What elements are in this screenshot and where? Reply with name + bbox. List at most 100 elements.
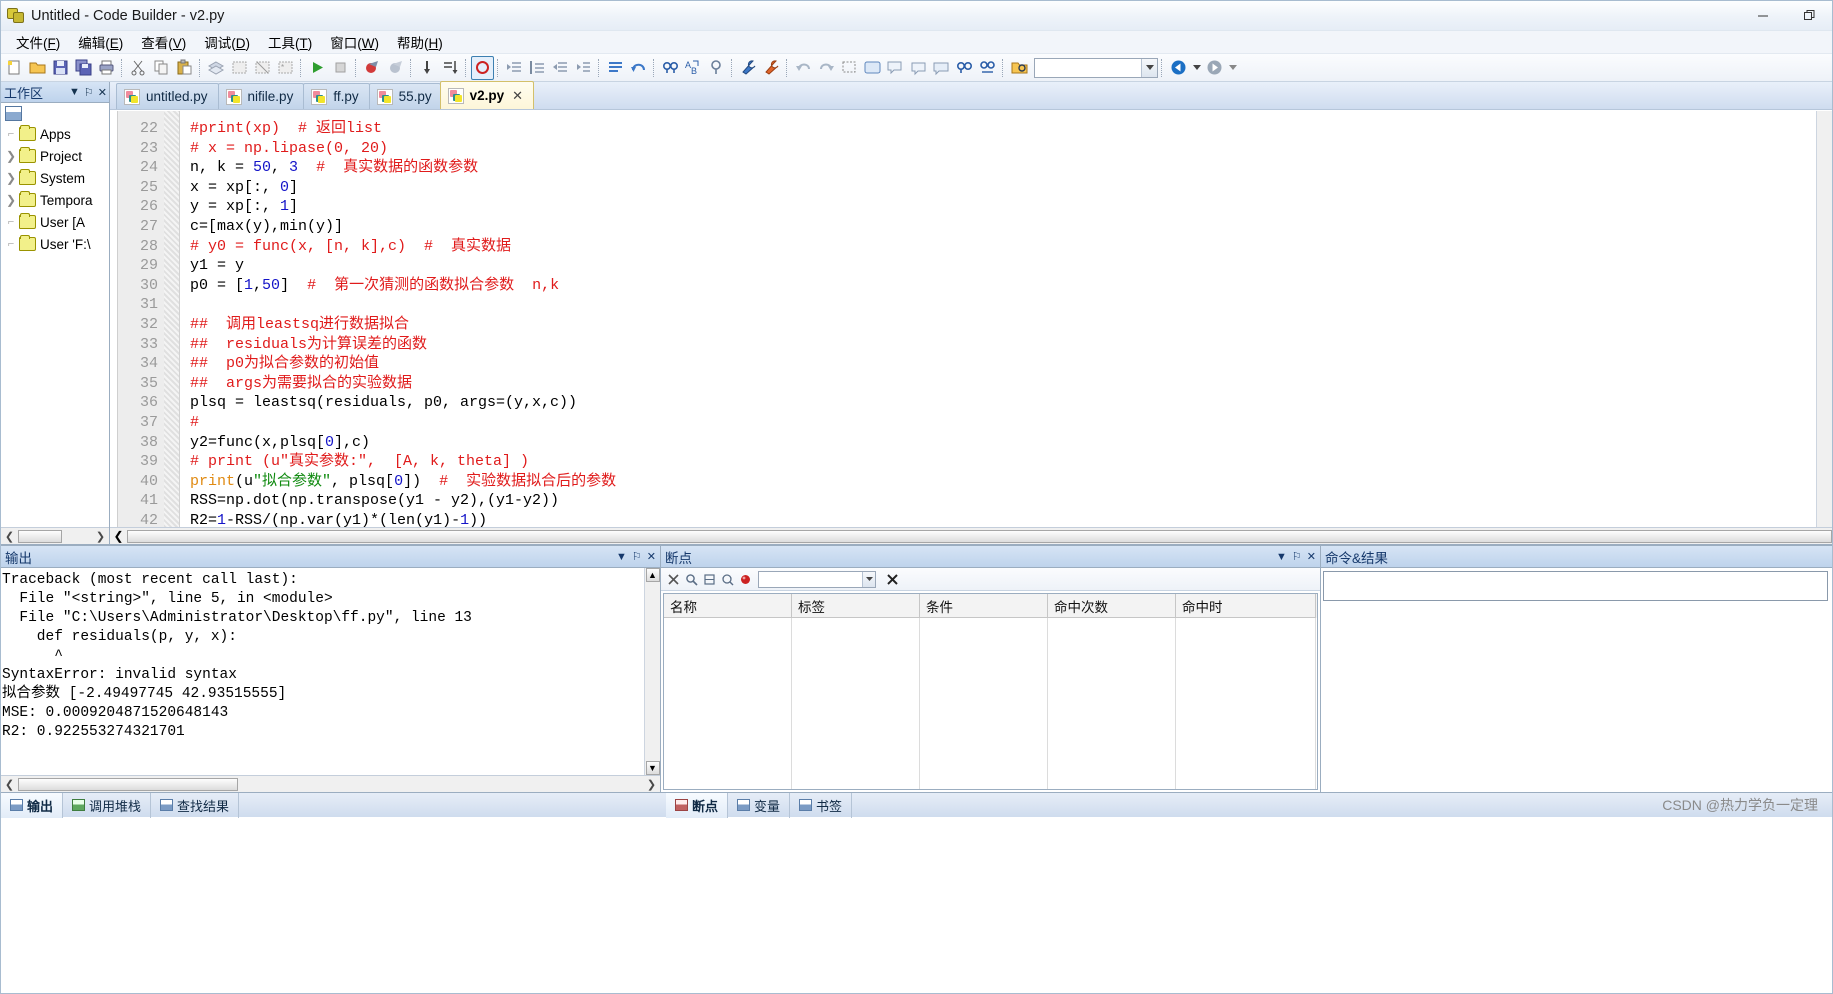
code-line[interactable]: p0 = [1,50] # 第一次猜测的函数拟合参数 n,k <box>190 276 1816 296</box>
indent-block-icon[interactable] <box>526 56 549 80</box>
code-line[interactable]: ## p0为拟合参数的初始值 <box>190 354 1816 374</box>
config-wrench-icon[interactable] <box>760 56 783 80</box>
chevron-right-icon[interactable]: ❯ <box>3 171 19 185</box>
scroll-left-icon[interactable]: ❮ <box>1 777 18 792</box>
undo-curve-icon[interactable] <box>627 56 650 80</box>
tree-item-system[interactable]: ❯ System <box>3 167 109 189</box>
toolbar-search-input[interactable] <box>1035 59 1139 76</box>
tree-item-project[interactable]: ❯ Project <box>3 145 109 167</box>
chevron-down-icon[interactable] <box>1141 58 1157 77</box>
search-binocular-icon[interactable] <box>953 56 976 80</box>
code-line[interactable]: # y0 = func(x, [n, k],c) # 真实数据 <box>190 237 1816 257</box>
scroll-right-icon[interactable]: ❯ <box>643 777 660 792</box>
scroll-left-icon[interactable]: ❮ <box>1 529 18 544</box>
scroll-left-icon[interactable]: ❮ <box>110 529 127 543</box>
code-line[interactable] <box>190 295 1816 315</box>
code-line[interactable]: ## args为需要拟合的实验数据 <box>190 374 1816 394</box>
status-tab-variable[interactable]: 变量 <box>728 792 791 818</box>
window-icon[interactable] <box>861 56 884 80</box>
menu-help[interactable]: 帮助(H) <box>388 30 452 54</box>
table-column-header[interactable]: 命中时 <box>1176 594 1316 618</box>
breakpoint-props-icon[interactable] <box>736 570 754 588</box>
workspace-tree[interactable]: ⌐ Apps ❯ Project ❯ System ❯ Tempora ⌐ Us… <box>1 103 109 527</box>
back-icon[interactable] <box>1167 56 1190 80</box>
tree-item-user-f[interactable]: ⌐ User 'F:\ <box>3 233 109 255</box>
paste-icon[interactable] <box>173 56 196 80</box>
code-line[interactable]: # <box>190 413 1816 433</box>
menu-tools[interactable]: 工具(T) <box>259 30 321 54</box>
chevron-down-icon[interactable] <box>862 571 875 587</box>
workspace-dropdown-icon[interactable]: ▼ <box>69 86 80 98</box>
code-line[interactable]: n, k = 50, 3 # 真实数据的函数参数 <box>190 158 1816 178</box>
code-line[interactable]: #print(xp) # 返回list <box>190 119 1816 139</box>
code-content[interactable]: #print(xp) # 返回list # x = np.lipase(0, 20… <box>180 111 1816 527</box>
workspace-close-icon[interactable]: ✕ <box>98 86 107 99</box>
comment2-icon[interactable] <box>907 56 930 80</box>
scroll-up-icon[interactable]: ▲ <box>645 568 660 582</box>
output-hscrollbar[interactable]: ❮ ❯ <box>1 775 660 792</box>
forward-dropdown-icon[interactable] <box>1226 56 1239 80</box>
tab-55-py[interactable]: 55.py <box>368 83 441 109</box>
code-area[interactable]: 22 23 24 25 26 27 28 29 30 31 32 33 34 35 36 37 38 39 40 41… <box>110 111 1816 527</box>
code-line[interactable]: x = xp[:, 0] <box>190 178 1816 198</box>
output-text[interactable]: Traceback (most recent call last): File … <box>1 568 644 775</box>
tree-item-temporary[interactable]: ❯ Tempora <box>3 189 109 211</box>
code-line[interactable]: ## residuals为计算误差的函数 <box>190 335 1816 355</box>
outdent-icon[interactable] <box>549 56 572 80</box>
print-icon[interactable] <box>95 56 118 80</box>
save-icon[interactable] <box>49 56 72 80</box>
tools-wrench-icon[interactable] <box>737 56 760 80</box>
code-line[interactable]: y2=func(x,plsq[0],c) <box>190 433 1816 453</box>
minimize-button[interactable] <box>1740 1 1786 31</box>
tab-v2-py[interactable]: v2.py ✕ <box>439 81 535 109</box>
menu-edit[interactable]: 编辑(E) <box>69 30 132 54</box>
code-line[interactable]: c=[max(y),min(y)] <box>190 217 1816 237</box>
save-all-icon[interactable] <box>72 56 95 80</box>
scroll-thumb[interactable] <box>127 529 1832 543</box>
breakpoint-filter-field[interactable] <box>759 572 859 586</box>
toolbar-search-combo[interactable] <box>1034 57 1158 78</box>
open-folder-icon[interactable] <box>26 56 49 80</box>
scroll-thumb[interactable] <box>18 777 238 791</box>
undo-icon[interactable] <box>792 56 815 80</box>
comment-icon[interactable] <box>884 56 907 80</box>
editor-hscrollbar[interactable]: ❮ <box>110 527 1832 544</box>
step-into-icon[interactable] <box>416 56 439 80</box>
search-binocular2-icon[interactable] <box>976 56 999 80</box>
breakpoint-dropdown-icon[interactable]: ▼ <box>1276 551 1287 563</box>
scroll-thumb[interactable] <box>18 529 62 543</box>
code-line[interactable]: # x = np.lipase(0, 20) <box>190 139 1816 159</box>
delete-breakpoint-icon[interactable] <box>664 570 682 588</box>
copy-icon[interactable] <box>150 56 173 80</box>
indent-icon[interactable] <box>572 56 595 80</box>
cut-grid-icon[interactable] <box>251 56 274 80</box>
output-pin-icon[interactable]: ⚐ <box>632 550 642 563</box>
chevron-right-icon[interactable]: ❯ <box>3 193 19 207</box>
browse-folder-icon[interactable] <box>1008 56 1031 80</box>
code-editor[interactable]: 22 23 24 25 26 27 28 29 30 31 32 33 34 35 36 37 38 39 40 41… <box>110 110 1832 527</box>
code-line[interactable]: R2=1-RSS/(np.var(y1)*(len(y1)-1)) <box>190 511 1816 527</box>
scroll-down-icon[interactable]: ▼ <box>645 761 660 775</box>
tree-item-apps[interactable]: ⌐ Apps <box>3 123 109 145</box>
tab-ff-py[interactable]: ff.py <box>303 83 370 109</box>
list-icon[interactable] <box>604 56 627 80</box>
cut-icon[interactable] <box>127 56 150 80</box>
table-column-header[interactable]: 名称 <box>664 594 792 618</box>
debug-start-icon[interactable] <box>361 56 384 80</box>
code-line[interactable]: # print (u"真实参数:", [A, k, theta] ) <box>190 452 1816 472</box>
table-column-header[interactable]: 命中次数 <box>1048 594 1176 618</box>
run-icon[interactable] <box>306 56 329 80</box>
status-tab-findresults[interactable]: 查找结果 <box>151 792 240 818</box>
clear-breakpoints-button[interactable] <box>882 570 902 588</box>
tab-nifile-py[interactable]: nifile.py <box>217 83 305 109</box>
filter-breakpoint-icon[interactable] <box>718 570 736 588</box>
code-line[interactable]: plsq = leastsq(residuals, p0, args=(y,x,… <box>190 393 1816 413</box>
output-vscrollbar[interactable]: ▲ ▼ <box>644 568 660 775</box>
command-input-box[interactable] <box>1323 571 1828 601</box>
tree-item-user-a[interactable]: ⌐ User [A <box>3 211 109 233</box>
forward-icon[interactable] <box>1203 56 1226 80</box>
tab-untitled-py[interactable]: untitled.py <box>116 83 219 109</box>
back-dropdown-icon[interactable] <box>1190 56 1203 80</box>
output-close-icon[interactable]: ✕ <box>647 550 656 563</box>
status-tab-output[interactable]: 输出 <box>1 792 64 818</box>
